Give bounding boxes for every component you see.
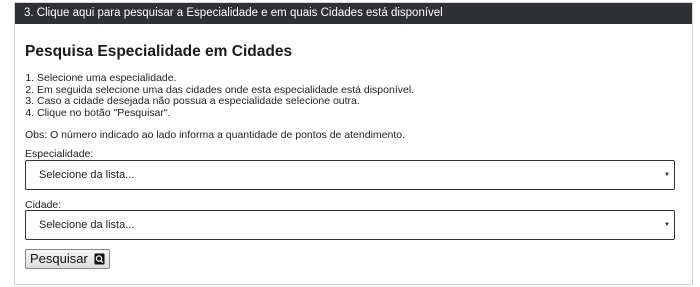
search-button-label: Pesquisar xyxy=(30,251,88,266)
chevron-down-icon: ▼ xyxy=(664,222,670,228)
search-button[interactable]: Pesquisar xyxy=(25,249,110,269)
chevron-down-icon: ▼ xyxy=(664,172,670,178)
search-panel: 3. Clique aqui para pesquisar a Especial… xyxy=(14,2,693,285)
panel-header-link[interactable]: 3. Clique aqui para pesquisar a Especial… xyxy=(15,3,692,24)
especialidade-select-value: Selecione da lista... xyxy=(39,169,135,181)
especialidade-label: Especialidade: xyxy=(25,148,94,160)
cidade-select-value: Selecione da lista... xyxy=(39,219,135,231)
search-icon xyxy=(94,253,105,265)
instructions-list: Selecione uma especialidade. Em seguida … xyxy=(25,72,414,120)
page-title: Pesquisa Especialidade em Cidades xyxy=(25,43,293,60)
cidade-select[interactable]: Selecione da lista... ▼ xyxy=(25,210,675,240)
observation-note: Obs: O número indicado ao lado informa a… xyxy=(25,129,406,141)
instruction-step: Clique no botão "Pesquisar". xyxy=(37,107,414,120)
instruction-step: Selecione uma especialidade. xyxy=(37,72,414,85)
especialidade-select[interactable]: Selecione da lista... ▼ xyxy=(25,160,675,190)
